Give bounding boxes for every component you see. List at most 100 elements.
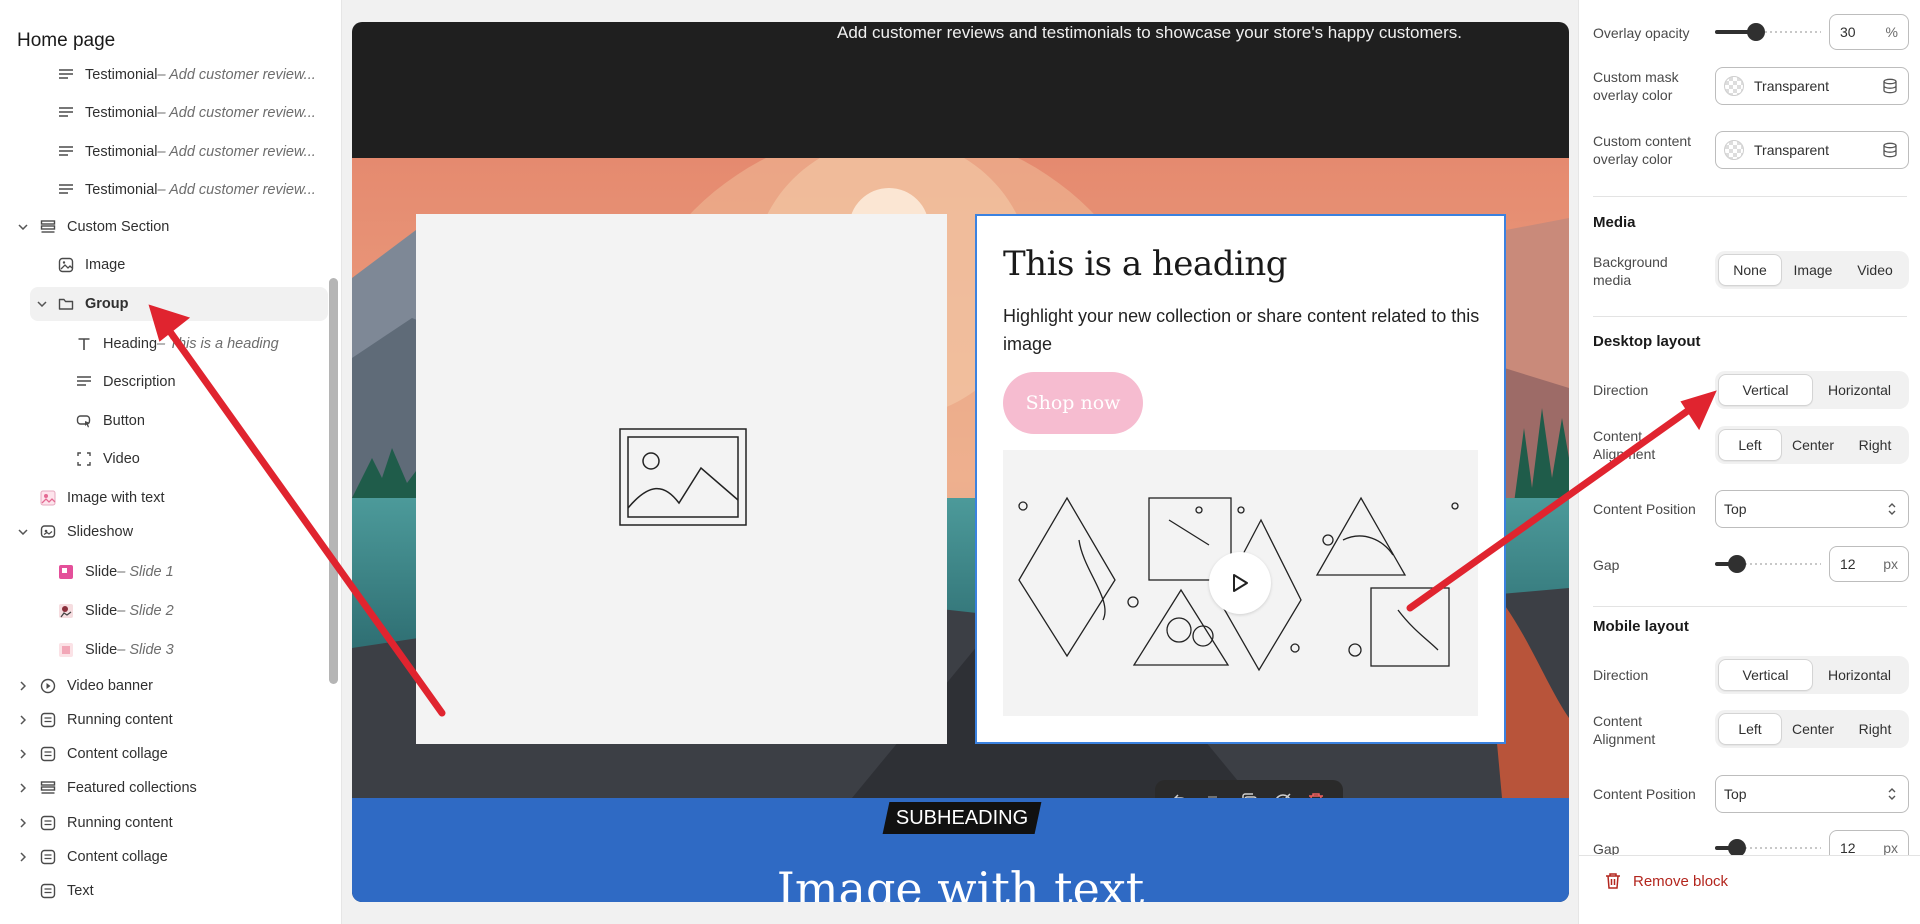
sidebar-item-custom-section[interactable]: Custom Section (14, 210, 314, 244)
sidebar-item-sub: – Slide 1 (117, 564, 174, 580)
desktop-gap-slider[interactable] (1715, 554, 1821, 574)
sidebar-item-running-content[interactable]: Running content (14, 703, 314, 737)
sidebar-item-slide-2[interactable]: Slide – Slide 2 (56, 594, 174, 628)
slideshow-icon (38, 522, 58, 542)
sidebar-item-label: Video (103, 451, 140, 467)
image-block[interactable] (416, 214, 947, 744)
sidebar-item-content-collage[interactable]: Content collage (14, 840, 314, 874)
overlay-opacity-slider[interactable] (1715, 22, 1821, 42)
sidebar-item-testimonial[interactable]: Testimonial – Add customer review... (56, 135, 316, 169)
chevron-down-icon[interactable] (16, 220, 30, 234)
chevron-right-icon[interactable] (16, 816, 30, 830)
image-thumbnail-icon (38, 488, 58, 508)
media-title: Media (1593, 214, 1636, 231)
play-button[interactable] (1209, 552, 1271, 614)
sidebar-item-label: Image (85, 257, 126, 273)
mask-color-picker[interactable]: Transparent (1715, 67, 1909, 105)
content-position-label: Content Position (1593, 501, 1696, 517)
sidebar-item-slide-3[interactable]: Slide – Slide 3 (56, 633, 174, 667)
sidebar-item-featured-collections[interactable]: Featured collections (14, 771, 314, 805)
bg-media-image[interactable]: Image (1782, 254, 1844, 286)
section-box-icon (38, 813, 58, 833)
desktop-alignment-toggle: Left Center Right (1715, 426, 1909, 464)
sidebar-item-testimonial[interactable]: Testimonial – Add customer review... (56, 173, 316, 207)
alignment-left[interactable]: Left (1718, 429, 1782, 461)
sidebar-item-running-content[interactable]: Running content (14, 806, 314, 840)
select-arrows-icon (1888, 503, 1896, 515)
content-position-label: Content Position (1593, 786, 1696, 802)
alignment-left[interactable]: Left (1718, 713, 1782, 745)
sidebar-item-video[interactable]: Video (74, 442, 140, 476)
mobile-position-select[interactable]: Top (1715, 775, 1909, 813)
sidebar-item-text[interactable]: Text (14, 874, 314, 908)
alignment-center[interactable]: Center (1782, 429, 1844, 461)
sidebar-item-video-banner[interactable]: Video banner (14, 669, 314, 703)
sidebar-item-image[interactable]: Image (56, 248, 125, 282)
chevron-right-icon[interactable] (16, 781, 30, 795)
content-color-picker[interactable]: Transparent (1715, 131, 1909, 169)
desktop-position-select[interactable]: Top (1715, 490, 1909, 528)
database-icon[interactable] (1882, 142, 1898, 158)
desktop-gap-input[interactable]: 12 px (1829, 546, 1909, 582)
gap-label: Gap (1593, 557, 1620, 573)
direction-label: Direction (1593, 667, 1649, 683)
sidebar-item-label: Image with text (67, 490, 165, 506)
sidebar-item-sub: – Add customer review... (157, 67, 316, 83)
overlay-opacity-input[interactable]: 30% (1829, 14, 1909, 50)
play-circle-icon (38, 676, 58, 696)
video-placeholder[interactable] (1003, 450, 1478, 716)
database-icon[interactable] (1882, 78, 1898, 94)
sidebar-item-slideshow[interactable]: Slideshow (14, 515, 314, 549)
group-heading[interactable]: This is a heading (1003, 244, 1288, 284)
background-media-label: Background media (1593, 254, 1668, 288)
section-icon (38, 778, 58, 798)
direction-vertical[interactable]: Vertical (1718, 374, 1813, 406)
sidebar-item-description[interactable]: Description (74, 365, 176, 399)
sidebar-scrollbar[interactable] (329, 278, 338, 684)
image-with-text-section[interactable]: SUBHEADING Image with text (352, 798, 1569, 902)
chevron-right-icon[interactable] (16, 747, 30, 761)
slide-thumbnail-icon (56, 640, 76, 660)
mask-color-label: Custom mask overlay color (1593, 69, 1679, 103)
direction-horizontal[interactable]: Horizontal (1813, 374, 1906, 406)
sidebar-item-image-with-text[interactable]: Image with text (38, 481, 165, 515)
subheading-badge: SUBHEADING (882, 802, 1042, 834)
sidebar-item-button[interactable]: Button (74, 404, 145, 438)
section-icon (38, 217, 58, 237)
shop-now-button[interactable]: Shop now (1003, 372, 1143, 434)
direction-horizontal[interactable]: Horizontal (1813, 659, 1906, 691)
transparent-swatch (1724, 76, 1744, 96)
sidebar-item-content-collage[interactable]: Content collage (14, 737, 314, 771)
group-block[interactable]: This is a heading Highlight your new col… (975, 214, 1506, 744)
store-preview: Add customer reviews and testimonials to… (352, 22, 1569, 902)
alignment-right[interactable]: Right (1844, 713, 1906, 745)
sidebar-item-label: Slide (85, 603, 118, 619)
bg-media-video[interactable]: Video (1844, 254, 1906, 286)
chevron-down-icon[interactable] (35, 297, 49, 311)
sidebar-item-testimonial[interactable]: Testimonial – Add customer review... (56, 58, 316, 92)
chevron-right-icon[interactable] (16, 679, 30, 693)
sidebar-item-testimonial[interactable]: Testimonial – Add customer review... (56, 96, 316, 130)
chevron-right-icon[interactable] (16, 713, 30, 727)
remove-block-label: Remove block (1633, 872, 1729, 890)
sidebar-item-label: Testimonial (85, 182, 158, 198)
desktop-layout-title: Desktop layout (1593, 333, 1701, 350)
remove-block-button[interactable]: Remove block (1605, 872, 1728, 890)
group-description[interactable]: Highlight your new collection or share c… (1003, 302, 1483, 358)
section-title: Image with text (776, 862, 1145, 902)
folder-icon (56, 294, 76, 314)
direction-vertical[interactable]: Vertical (1718, 659, 1813, 691)
image-icon (56, 255, 76, 275)
sidebar-item-group[interactable]: Group (30, 287, 328, 321)
alignment-center[interactable]: Center (1782, 713, 1844, 745)
alignment-right[interactable]: Right (1844, 429, 1906, 461)
chevron-down-icon[interactable] (16, 525, 30, 539)
sidebar-item-slide-1[interactable]: Slide – Slide 1 (56, 555, 174, 589)
subheading-text: SUBHEADING (896, 806, 1029, 829)
sidebar-item-heading[interactable]: Heading – This is a heading (74, 327, 279, 361)
sidebar-item-label: Content collage (67, 746, 168, 762)
chevron-right-icon[interactable] (16, 850, 30, 864)
bg-media-none[interactable]: None (1718, 254, 1782, 286)
slider-knob[interactable] (1746, 23, 1765, 41)
slider-knob[interactable] (1727, 555, 1746, 573)
